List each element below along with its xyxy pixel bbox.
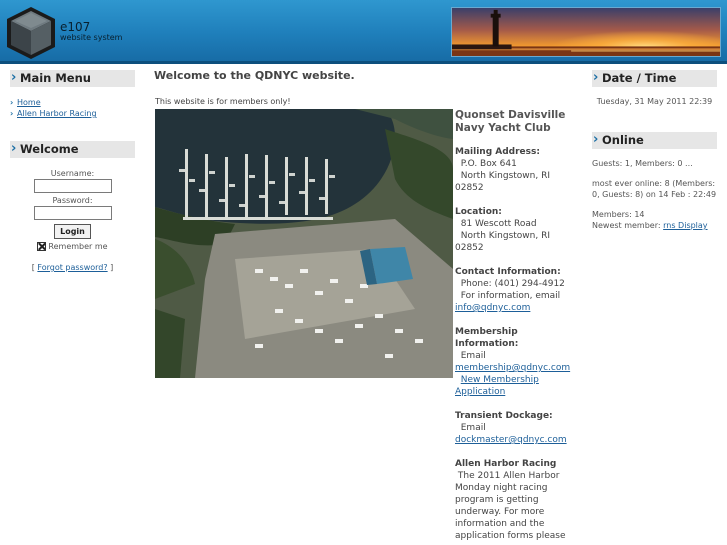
remember-me-checkbox[interactable] <box>37 242 47 251</box>
login-button[interactable]: Login <box>54 224 91 239</box>
menu-item-allen-harbor-racing[interactable]: Allen Harbor Racing <box>10 108 135 119</box>
online-caption: Online <box>592 131 717 149</box>
mailing-line-2: North Kingstown, RI 02852 <box>455 171 551 193</box>
welcome-caption: Welcome <box>10 140 135 158</box>
current-datetime: Tuesday, 31 May 2011 22:39 <box>596 97 713 106</box>
transient-heading: Transient Dockage: <box>455 411 553 421</box>
main-menu-caption: Main Menu <box>10 69 135 87</box>
marina-aerial-photo <box>155 109 453 378</box>
password-label: Password: <box>52 196 93 205</box>
forgot-password: [ Forgot password? ] <box>10 263 135 272</box>
logo-name: e107 <box>60 20 91 34</box>
guests-members: Guests: 1, Members: 0 ... <box>592 159 693 168</box>
left-sidebar: Main Menu Home Allen Harbor Racing Welco… <box>10 69 135 272</box>
newest-member: Newest member: rns Display <box>592 221 708 230</box>
membership-application-link[interactable]: New Membership Application <box>455 375 539 397</box>
location-line-2: North Kingstown, RI 02852 <box>455 231 551 253</box>
members-only-notice: This website is for members only! <box>155 97 291 106</box>
right-sidebar: Date / Time Tuesday, 31 May 2011 22:39 O… <box>592 69 717 231</box>
remember-me: Remember me <box>10 242 135 251</box>
racing-text: The 2011 Allen Harbor Monday night racin… <box>455 471 566 541</box>
site-header: e107 website system <box>0 0 727 64</box>
mailing-heading: Mailing Address: <box>455 147 540 157</box>
membership-email-label: Email <box>460 351 486 361</box>
mailing-line-1: P.O. Box 641 <box>460 159 517 169</box>
most-ever-online: most ever online: 8 (Members: 0, Guests:… <box>592 179 717 199</box>
online-stats: Guests: 1, Members: 0 ... most ever onli… <box>592 158 717 231</box>
club-name: Quonset Davisville Navy Yacht Club <box>455 109 566 134</box>
members-count: Members: 14 <box>592 210 645 219</box>
remember-me-label: Remember me <box>48 242 108 251</box>
transient-email-label: Email <box>460 423 486 433</box>
contact-heading: Contact Information: <box>455 267 561 277</box>
newest-member-link[interactable]: rns Display <box>663 221 707 230</box>
e107-cube-logo-icon[interactable] <box>5 5 57 60</box>
menu-item-label[interactable]: Home <box>17 98 41 107</box>
forgot-password-link[interactable]: Forgot password? <box>37 263 107 272</box>
membership-email-link[interactable]: membership@qdnyc.com <box>455 363 570 373</box>
menu-item-label[interactable]: Allen Harbor Racing <box>17 109 97 118</box>
logo-tagline: website system <box>60 33 123 42</box>
lighthouse-sunset-banner <box>451 7 721 57</box>
main-menu: Home Allen Harbor Racing <box>10 97 135 119</box>
forgot-bracket-close: ] <box>107 263 114 272</box>
username-input[interactable] <box>33 179 112 193</box>
page-title: Welcome to the QDNYC website. <box>154 69 355 82</box>
datetime-caption: Date / Time <box>592 69 717 87</box>
racing-heading: Allen Harbor Racing <box>455 459 557 469</box>
dockmaster-email-link[interactable]: dockmaster@qdnyc.com <box>455 435 567 445</box>
password-input[interactable] <box>33 206 112 220</box>
club-info: Quonset Davisville Navy Yacht Club Maili… <box>455 109 580 542</box>
location-line-1: 81 Wescott Road <box>460 219 537 229</box>
membership-heading: Membership Information: <box>455 327 519 349</box>
menu-item-home[interactable]: Home <box>10 97 135 108</box>
contact-info-text: For information, email <box>460 291 561 301</box>
login-form: Username: Password: Login Remember me [ … <box>10 168 135 272</box>
contact-phone: Phone: (401) 294-4912 <box>460 279 565 289</box>
username-label: Username: <box>50 169 95 178</box>
info-email-link[interactable]: info@qdnyc.com <box>455 303 530 313</box>
location-heading: Location: <box>455 207 502 217</box>
